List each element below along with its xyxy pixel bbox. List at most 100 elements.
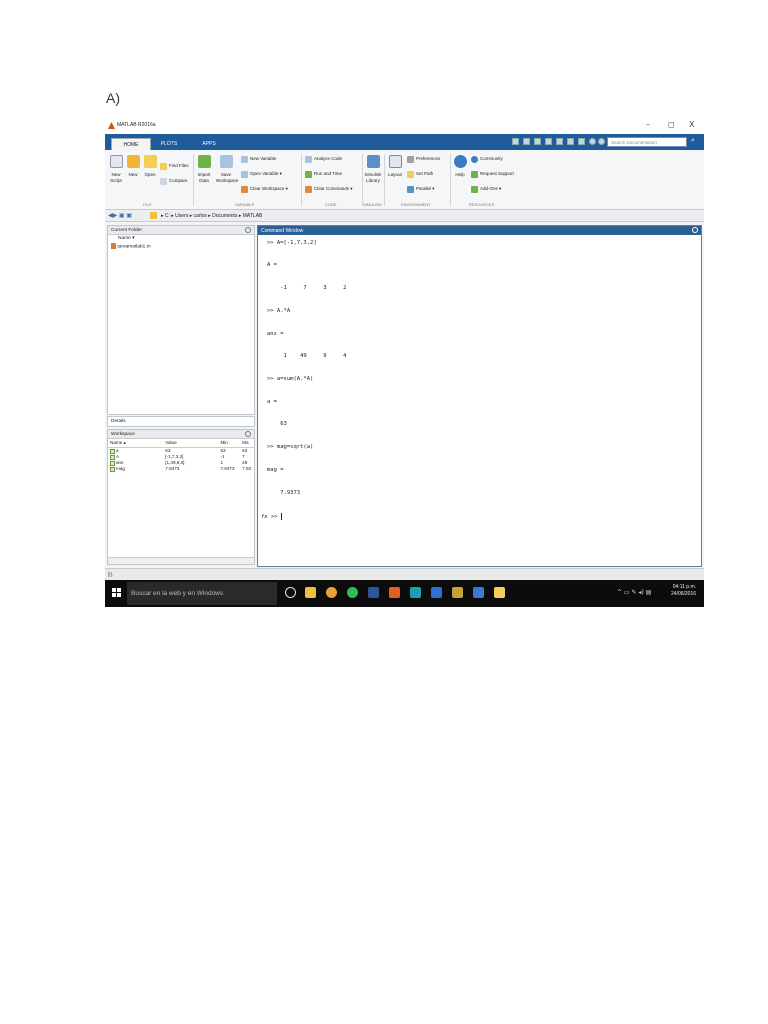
- paste-icon[interactable]: [545, 138, 552, 145]
- taskbar-clock[interactable]: 04:11 p.m. 24/06/2016: [671, 584, 696, 598]
- community-button[interactable]: Community: [471, 155, 503, 163]
- var-value: 7.9373: [165, 466, 180, 471]
- divider: [301, 154, 302, 206]
- minimize-button[interactable]: –: [646, 120, 650, 129]
- column-header-name[interactable]: Name ▴: [110, 440, 165, 446]
- clear-workspace-button[interactable]: Clear Workspace ▾: [241, 185, 288, 193]
- column-header-max[interactable]: Ma: [242, 440, 252, 446]
- import-data-button[interactable]: Import Data: [196, 155, 212, 184]
- divider: [193, 154, 194, 206]
- preferences-button[interactable]: Preferences: [407, 155, 440, 163]
- chrome-icon[interactable]: [326, 587, 337, 598]
- task-view-icon[interactable]: [285, 587, 296, 598]
- table-row[interactable]: mag 7.9373 7.9373 7.93: [108, 466, 254, 472]
- set-path-label: Set Path: [416, 171, 434, 176]
- panel-menu-icon[interactable]: [245, 431, 251, 437]
- panel-menu-icon[interactable]: [692, 227, 698, 233]
- address-bar: ◀▶ ▣ ▣ ▸ C: ▸ Users ▸ carlos ▸ Documents…: [105, 210, 704, 222]
- group-label-resources: RESOURCES: [469, 202, 495, 207]
- close-button[interactable]: X: [689, 120, 694, 129]
- command-line: >> a=sum(A.*A): [267, 376, 314, 382]
- open-button[interactable]: Open: [142, 155, 158, 178]
- redo-icon[interactable]: [567, 138, 574, 145]
- details-panel[interactable]: Details: [107, 416, 255, 427]
- compare-icon: [160, 178, 167, 185]
- app-icon[interactable]: [431, 587, 442, 598]
- app-icon[interactable]: [473, 587, 484, 598]
- analyze-code-icon: [305, 156, 312, 163]
- question-icon[interactable]: [598, 138, 605, 145]
- clear-workspace-label: Clear Workspace ▾: [250, 186, 288, 191]
- new-variable-button[interactable]: New Variable: [241, 155, 276, 163]
- compare-button[interactable]: Compare: [160, 177, 188, 185]
- command-output: mag =: [267, 467, 284, 473]
- help-label: Help: [455, 172, 465, 177]
- group-label-environment: ENVIRONMENT: [401, 202, 431, 207]
- back-forward-icon[interactable]: ◀▶ ▣ ▣: [108, 212, 132, 219]
- simulink-library-button[interactable]: Simulink Library: [364, 155, 382, 184]
- layout-icon: [388, 155, 402, 168]
- tab-home[interactable]: HOME: [111, 138, 151, 150]
- open-variable-icon: [241, 171, 248, 178]
- fx-icon[interactable]: fx: [261, 514, 268, 520]
- copy-icon[interactable]: [534, 138, 541, 145]
- new-variable-label: New Variable: [250, 156, 277, 161]
- app-icon[interactable]: [452, 587, 463, 598]
- windows-start-icon[interactable]: [112, 588, 122, 598]
- maximize-button[interactable]: ◻: [668, 120, 675, 129]
- undo-icon[interactable]: [556, 138, 563, 145]
- current-folder-title: Current Folder: [111, 228, 142, 233]
- arduino-icon[interactable]: [410, 587, 421, 598]
- request-support-button[interactable]: Request Support: [471, 170, 514, 178]
- layout-button[interactable]: Layout: [387, 155, 403, 178]
- command-window[interactable]: Command Window >> A=[-1,7,3,2] A = -1 7 …: [257, 225, 702, 567]
- command-output: ans =: [267, 331, 284, 337]
- column-header-value[interactable]: Value: [165, 440, 220, 446]
- panel-menu-icon[interactable]: [245, 227, 251, 233]
- taskbar-search-input[interactable]: Buscar en la web y en Windows: [127, 582, 277, 605]
- cut-icon[interactable]: [523, 138, 530, 145]
- var-name: mag: [116, 466, 125, 471]
- var-min: 7.9373: [220, 466, 235, 471]
- add-ons-icon: [471, 186, 478, 193]
- search-documentation-input[interactable]: Search Documentation: [607, 137, 687, 147]
- system-tray-icons[interactable]: ^ ▭ ✎ ◂) ▤: [617, 589, 651, 596]
- search-icon[interactable]: ⌕: [691, 137, 700, 147]
- add-ons-button[interactable]: Add-Ons ▾: [471, 185, 501, 193]
- open-label: Open: [144, 172, 156, 177]
- community-label: Community: [480, 156, 503, 161]
- new-script-button[interactable]: New Script: [108, 155, 124, 184]
- help-circle-icon[interactable]: [589, 138, 596, 145]
- help-button[interactable]: Help: [452, 155, 468, 178]
- file-item[interactable]: tareamatlab1.m: [108, 242, 254, 250]
- open-variable-button[interactable]: Open Variable ▾: [241, 170, 282, 178]
- spotify-icon[interactable]: [347, 587, 358, 598]
- details-title: Details: [111, 419, 126, 424]
- save-workspace-button[interactable]: Save Workspace: [216, 155, 238, 184]
- switch-windows-icon[interactable]: [578, 138, 585, 145]
- tab-apps[interactable]: APPS: [189, 138, 229, 150]
- matlab-taskbar-icon[interactable]: [389, 587, 400, 598]
- column-header-min[interactable]: Min: [220, 440, 242, 446]
- command-prompt[interactable]: fx >>: [261, 513, 282, 520]
- horizontal-scrollbar[interactable]: [108, 557, 254, 564]
- current-path[interactable]: ▸ C: ▸ Users ▸ carlos ▸ Documents ▸ MATL…: [161, 213, 262, 219]
- help-icon: [453, 155, 467, 168]
- save-icon[interactable]: [512, 138, 519, 145]
- new-button[interactable]: New: [125, 155, 141, 178]
- analyze-code-button[interactable]: Analyze Code: [305, 155, 342, 163]
- command-output: 7.9373: [267, 490, 301, 496]
- word-icon[interactable]: [368, 587, 379, 598]
- find-files-button[interactable]: Find Files: [160, 162, 189, 170]
- set-path-button[interactable]: Set Path: [407, 170, 433, 178]
- column-header-name[interactable]: Name ▾: [108, 235, 254, 242]
- run-and-time-button[interactable]: Run and Time: [305, 170, 342, 178]
- folder-icon: [150, 212, 157, 219]
- file-explorer-icon[interactable]: [305, 587, 316, 598]
- tab-plots[interactable]: PLOTS: [149, 138, 189, 150]
- parallel-button[interactable]: Parallel ▾: [407, 185, 435, 193]
- command-window-header: Command Window: [258, 226, 701, 235]
- compare-label: Compare: [169, 178, 188, 183]
- app-icon[interactable]: [494, 587, 505, 598]
- clear-commands-button[interactable]: Clear Commands ▾: [305, 185, 353, 193]
